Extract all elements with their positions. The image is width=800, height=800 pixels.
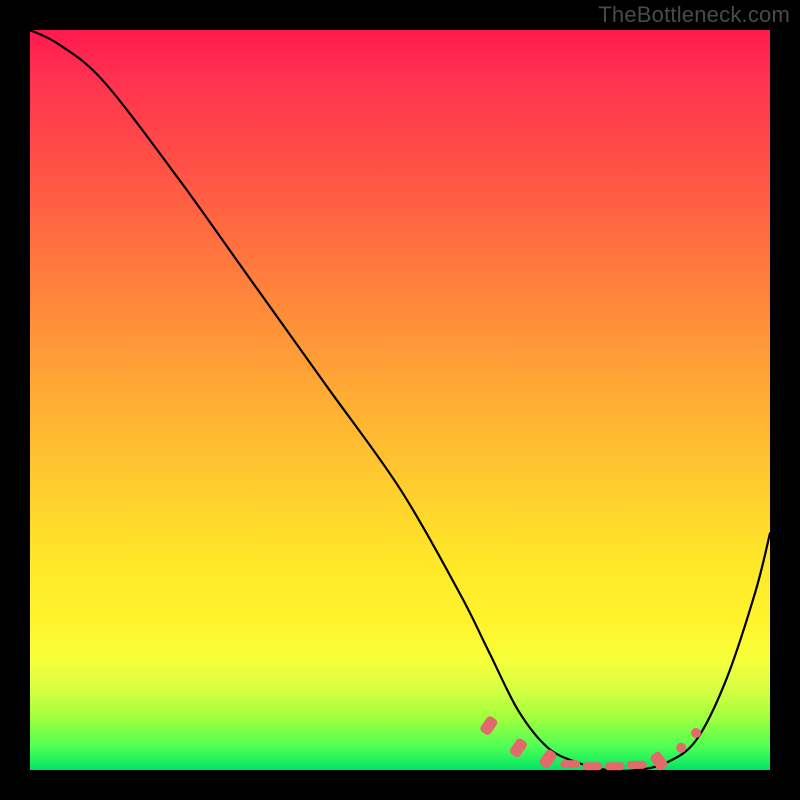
marker-dash — [560, 760, 580, 768]
marker-pill — [479, 715, 499, 737]
watermark-text: TheBottleneck.com — [598, 2, 790, 28]
marker-dot — [691, 728, 701, 738]
marker-pill — [508, 737, 528, 759]
marker-dash — [627, 761, 647, 769]
marker-pill — [649, 750, 669, 772]
marker-dot — [676, 743, 686, 753]
curve-svg — [30, 30, 770, 770]
marker-dash — [605, 762, 625, 770]
bottleneck-curve — [30, 30, 770, 771]
marker-pill — [538, 748, 558, 770]
markers-group — [479, 715, 701, 772]
plot-area — [30, 30, 770, 770]
chart-frame: TheBottleneck.com — [0, 0, 800, 800]
marker-dash — [582, 762, 602, 770]
